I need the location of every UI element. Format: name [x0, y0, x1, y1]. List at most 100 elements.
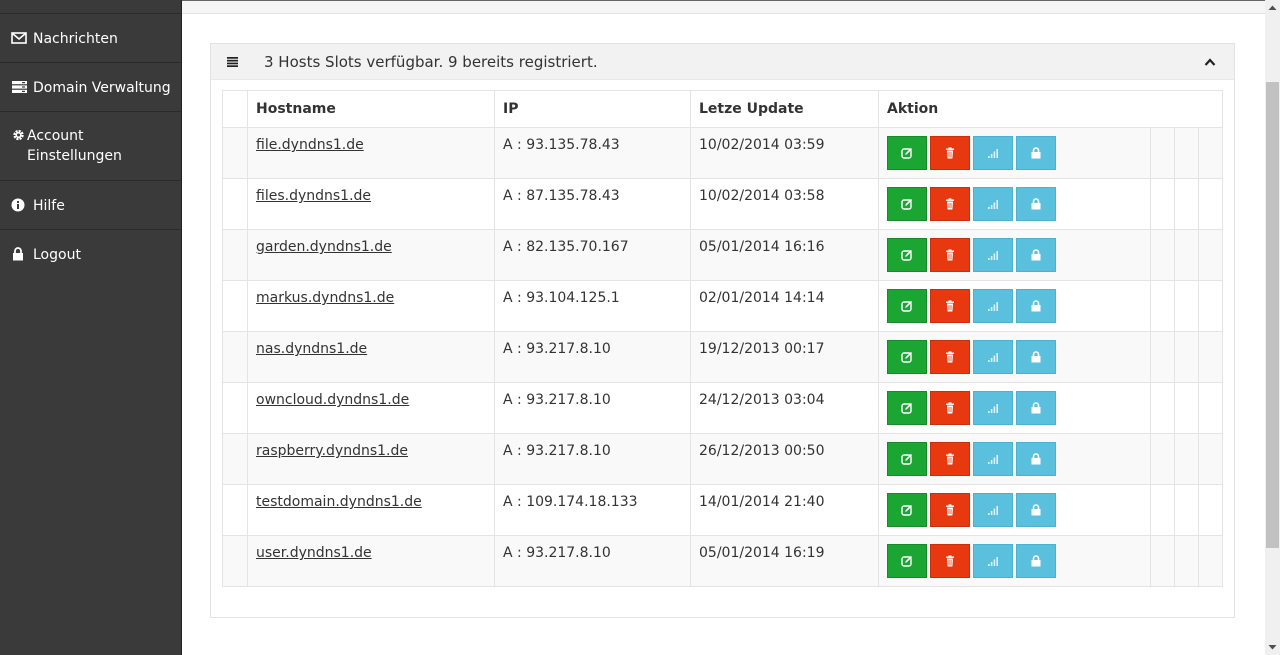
- hostname-link[interactable]: user.dyndns1.de: [256, 545, 372, 561]
- row-blank-cell: [1150, 229, 1175, 281]
- sidebar-item-label: Nachrichten: [33, 31, 118, 47]
- edit-button[interactable]: [887, 238, 927, 272]
- edit-button[interactable]: [887, 187, 927, 221]
- lock-button[interactable]: [1016, 136, 1056, 170]
- header-aktion: Aktion: [878, 90, 1223, 128]
- statistics-button[interactable]: [973, 391, 1013, 425]
- edit-button[interactable]: [887, 544, 927, 578]
- lock-button[interactable]: [1016, 442, 1056, 476]
- signal-bars-icon: [988, 149, 998, 158]
- lock-button[interactable]: [1016, 493, 1056, 527]
- lock-button[interactable]: [1016, 187, 1056, 221]
- updated-cell: 05/01/2014 16:16: [690, 229, 879, 281]
- hostname-cell: raspberry.dyndns1.de: [247, 433, 495, 485]
- hostname-link[interactable]: testdomain.dyndns1.de: [256, 494, 422, 510]
- statistics-button[interactable]: [973, 289, 1013, 323]
- statistics-button[interactable]: [973, 493, 1013, 527]
- sidebar-item-hilfe[interactable]: Hilfe: [0, 181, 182, 230]
- sidebar-item-account-einstellungen[interactable]: Account Einstellungen: [0, 112, 182, 181]
- sidebar-item-logout[interactable]: Logout: [0, 230, 182, 279]
- hostname-link[interactable]: garden.dyndns1.de: [256, 239, 392, 255]
- edit-icon: [901, 351, 913, 363]
- delete-button[interactable]: [930, 289, 970, 323]
- delete-button[interactable]: [930, 187, 970, 221]
- gear-icon: [13, 129, 24, 141]
- delete-button[interactable]: [930, 391, 970, 425]
- table-row: markus.dyndns1.de A : 93.104.125.1 02/01/2…: [222, 280, 1223, 332]
- lock-button[interactable]: [1016, 391, 1056, 425]
- actions-cell: [878, 535, 1151, 587]
- edit-button[interactable]: [887, 340, 927, 374]
- edit-icon: [901, 249, 913, 261]
- delete-button[interactable]: [930, 493, 970, 527]
- server-icon: [12, 81, 27, 93]
- delete-button[interactable]: [930, 442, 970, 476]
- hosts-table: Hostname IP Letze Update Aktion file.dyn…: [222, 90, 1223, 587]
- row-blank-cell: [1150, 178, 1175, 230]
- list-icon: [227, 57, 238, 67]
- edit-button[interactable]: [887, 442, 927, 476]
- ip-cell: A : 93.217.8.10: [494, 382, 691, 434]
- ip-cell: A : 93.104.125.1: [494, 280, 691, 332]
- updated-cell: 10/02/2014 03:58: [690, 178, 879, 230]
- header-cell-blank: [222, 90, 248, 128]
- row-blank-cell: [1150, 535, 1175, 587]
- lock-icon: [13, 247, 23, 261]
- edit-icon: [901, 453, 913, 465]
- delete-button[interactable]: [930, 340, 970, 374]
- table-body: file.dyndns1.de A : 93.135.78.43 10/02/201…: [222, 127, 1223, 587]
- ip-cell: A : 93.135.78.43: [494, 127, 691, 179]
- lock-button[interactable]: [1016, 340, 1056, 374]
- edit-icon: [901, 402, 913, 414]
- edit-button[interactable]: [887, 289, 927, 323]
- delete-button[interactable]: [930, 136, 970, 170]
- delete-button[interactable]: [930, 544, 970, 578]
- sidebar-item-label: Logout: [33, 247, 81, 263]
- edit-button[interactable]: [887, 391, 927, 425]
- edit-icon: [901, 300, 913, 312]
- edit-button[interactable]: [887, 493, 927, 527]
- page-scrollbar[interactable]: [1265, 0, 1280, 655]
- lock-icon: [1031, 555, 1041, 567]
- hostname-link[interactable]: owncloud.dyndns1.de: [256, 392, 409, 408]
- hostname-link[interactable]: nas.dyndns1.de: [256, 341, 367, 357]
- hostname-link[interactable]: files.dyndns1.de: [256, 188, 371, 204]
- row-blank-cell: [1174, 382, 1199, 434]
- hostname-link[interactable]: markus.dyndns1.de: [256, 290, 394, 306]
- hostname-link[interactable]: file.dyndns1.de: [256, 137, 364, 153]
- table-row: user.dyndns1.de A : 93.217.8.10 05/01/2014…: [222, 535, 1223, 587]
- table-row: files.dyndns1.de A : 87.135.78.43 10/02/20…: [222, 178, 1223, 230]
- statistics-button[interactable]: [973, 238, 1013, 272]
- hostname-cell: owncloud.dyndns1.de: [247, 382, 495, 434]
- sidebar-item-nachrichten[interactable]: Nachrichten: [0, 14, 182, 63]
- lock-icon: [1031, 147, 1041, 159]
- row-blank-cell: [1174, 229, 1199, 281]
- lock-button[interactable]: [1016, 238, 1056, 272]
- statistics-button[interactable]: [973, 544, 1013, 578]
- scroll-thumb[interactable]: [1266, 82, 1279, 548]
- top-border: [182, 0, 1280, 1]
- statistics-button[interactable]: [973, 136, 1013, 170]
- trash-icon: [946, 249, 954, 261]
- updated-cell: 10/02/2014 03:59: [690, 127, 879, 179]
- updated-cell: 02/01/2014 14:14: [690, 280, 879, 332]
- statistics-button[interactable]: [973, 442, 1013, 476]
- delete-button[interactable]: [930, 238, 970, 272]
- scroll-up-arrow-icon[interactable]: [1265, 0, 1280, 16]
- chevron-up-icon[interactable]: [1204, 58, 1216, 66]
- row-blank-cell: [1174, 331, 1199, 383]
- scroll-down-arrow-icon[interactable]: [1265, 639, 1280, 655]
- edit-button[interactable]: [887, 136, 927, 170]
- lock-icon: [1031, 453, 1041, 465]
- row-blank-cell: [1198, 229, 1223, 281]
- statistics-button[interactable]: [973, 187, 1013, 221]
- sidebar-item-label: Hilfe: [33, 198, 65, 214]
- lock-button[interactable]: [1016, 544, 1056, 578]
- row-blank-cell: [1198, 382, 1223, 434]
- sidebar-item-domain-verwaltung[interactable]: Domain Verwaltung: [0, 63, 182, 112]
- statistics-button[interactable]: [973, 340, 1013, 374]
- hostname-link[interactable]: raspberry.dyndns1.de: [256, 443, 408, 459]
- row-blank-cell: [1198, 280, 1223, 332]
- lock-button[interactable]: [1016, 289, 1056, 323]
- hostname-cell: testdomain.dyndns1.de: [247, 484, 495, 536]
